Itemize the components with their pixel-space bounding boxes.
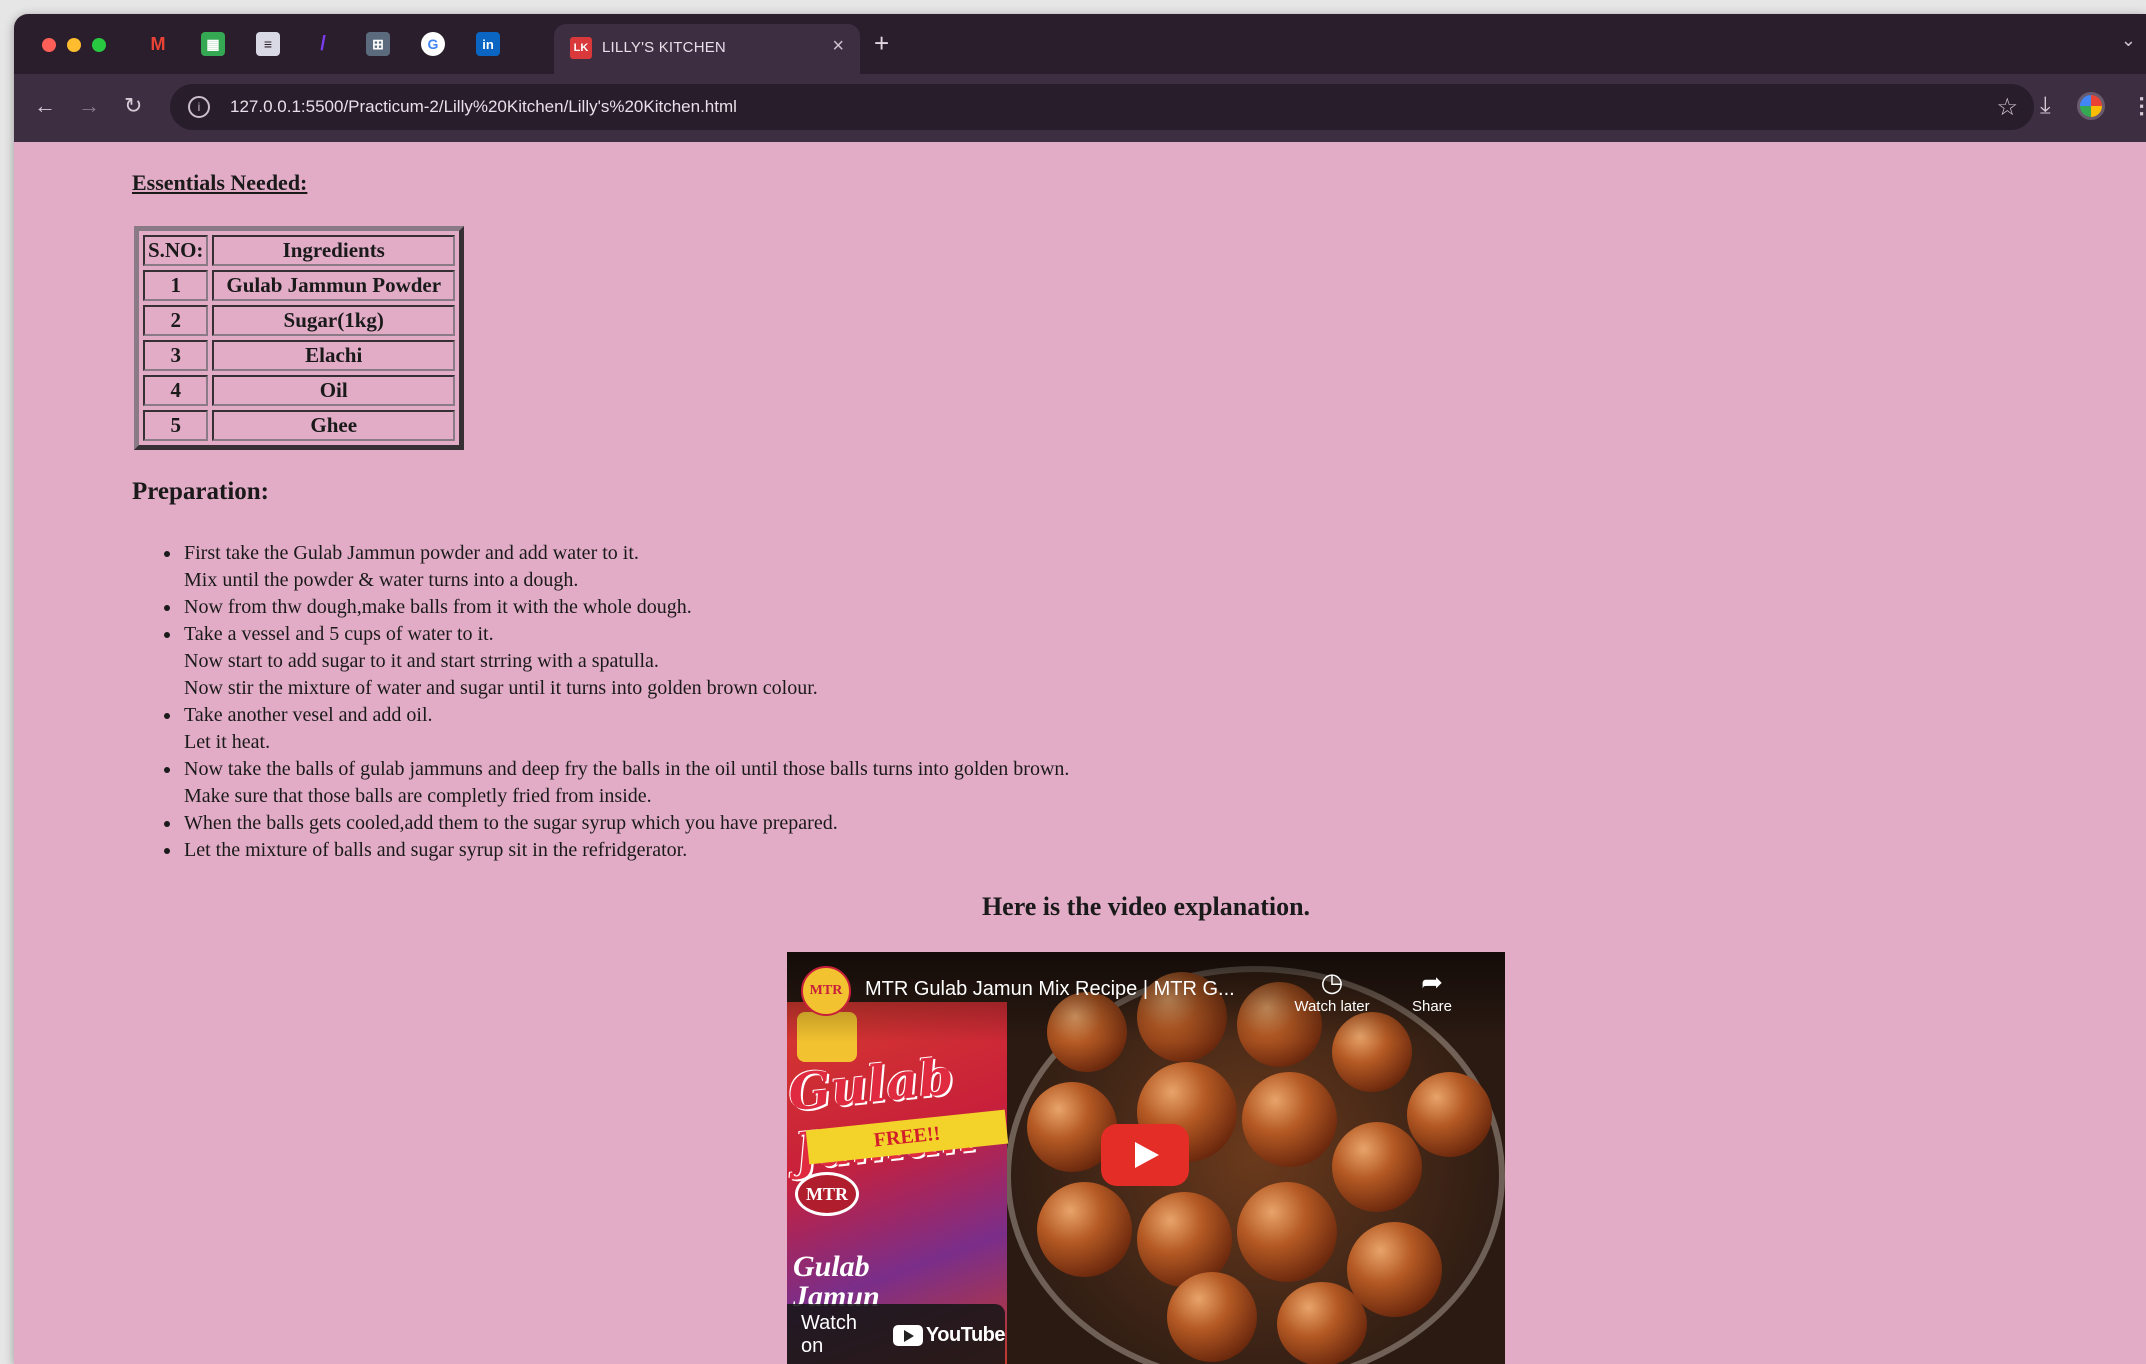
cell-ingredient: Ghee (212, 410, 455, 441)
channel-avatar[interactable]: MTR (801, 966, 851, 1016)
share-button[interactable]: ➦ Share (1387, 966, 1477, 1015)
linkedin-icon[interactable]: in (476, 32, 500, 56)
yahoo-icon[interactable]: / (311, 32, 335, 56)
url-text[interactable]: 127.0.0.1:5500/Practicum-2/Lilly%20Kitch… (230, 97, 737, 117)
preparation-steps: First take the Gulab Jammun powder and a… (182, 540, 1069, 864)
table-row: 5 Ghee (143, 410, 455, 441)
youtube-logo-icon: YouTube (892, 1323, 1006, 1347)
table-row: 1 Gulab Jammun Powder (143, 270, 455, 301)
cell-ingredient: Oil (212, 375, 455, 406)
table-row: 2 Sugar(1kg) (143, 305, 455, 336)
cell-sno: 1 (143, 270, 209, 301)
maximize-window-button[interactable] (92, 38, 106, 52)
video-heading: Here is the video explanation. (981, 892, 1311, 921)
share-arrow-icon: ➦ (1421, 967, 1443, 997)
list-item: Now from thw dough,make balls from it wi… (182, 594, 1069, 621)
thumbnail-ball-image (1277, 1282, 1367, 1364)
play-button[interactable] (1101, 1124, 1189, 1186)
cell-sno: 2 (143, 305, 209, 336)
thumbnail-ball-image (1407, 1072, 1492, 1157)
essentials-heading: Essentials Needed: (132, 170, 308, 195)
forward-icon[interactable]: → (78, 93, 100, 119)
more-menu-icon[interactable]: ⋮ (2131, 93, 2146, 119)
table-header-row: S.NO: Ingredients (143, 235, 455, 266)
minimize-window-button[interactable] (67, 38, 81, 52)
google-icon[interactable]: G (421, 32, 445, 56)
page-content: Essentials Needed: S.NO: Ingredients 1 G… (14, 142, 2146, 1364)
pack-brand-text: MTR (795, 1172, 859, 1216)
pinned-tabs: M ▦ ≡ / ⊞ G in (146, 32, 531, 56)
close-tab-icon[interactable]: × (832, 35, 844, 58)
gmail-icon[interactable]: M (146, 32, 170, 56)
video-title-bar: MTR MTR Gulab Jamun Mix Recipe | MTR G..… (787, 952, 1505, 1042)
thumbnail-ball-image (1237, 1182, 1337, 1282)
list-item: Let the mixture of balls and sugar syrup… (182, 837, 1069, 864)
window-controls (42, 38, 106, 52)
cell-ingredient: Elachi (212, 340, 455, 371)
watch-on-youtube-button[interactable]: Watch on YouTube (787, 1304, 1006, 1364)
youtube-play-icon (892, 1324, 923, 1346)
cell-sno: 5 (143, 410, 209, 441)
bookmark-star-icon[interactable]: ☆ (1996, 93, 2018, 122)
youtube-wordmark: YouTube (925, 1323, 1006, 1346)
share-label: Share (1411, 998, 1453, 1015)
watch-on-label: Watch on (801, 1312, 857, 1357)
thumbnail-ball-image (1332, 1122, 1422, 1212)
tab-search-icon[interactable]: ⌄ (2121, 30, 2136, 51)
back-icon[interactable]: ← (34, 93, 56, 119)
preparation-heading: Preparation: (132, 478, 270, 505)
new-tab-button[interactable]: + (874, 28, 889, 59)
pack-sub-text: Gulab Jamun (793, 1250, 880, 1313)
tab-title: LILLY'S KITCHEN (602, 39, 726, 56)
table-row: 4 Oil (143, 375, 455, 406)
watch-later-button[interactable]: ◷ Watch later (1287, 966, 1377, 1015)
tab-strip: M ▦ ≡ / ⊞ G in LK LILLY'S KITCHEN × + ⌄ (14, 14, 2146, 74)
watch-later-label: Watch later (1294, 998, 1370, 1015)
list-item: Now take the balls of gulab jammuns and … (182, 756, 1069, 810)
profile-avatar[interactable] (2076, 92, 2105, 120)
clock-icon: ◷ (1320, 967, 1344, 997)
list-item: When the balls gets cooled,add them to t… (182, 810, 1069, 837)
site-info-icon[interactable]: i (188, 96, 210, 118)
thumbnail-ball-image (1037, 1182, 1132, 1277)
cell-ingredient: Gulab Jammun Powder (212, 270, 455, 301)
video-title-link[interactable]: MTR Gulab Jamun Mix Recipe | MTR G... (865, 978, 1235, 1001)
ingredients-table: S.NO: Ingredients 1 Gulab Jammun Powder … (134, 226, 464, 450)
download-icon[interactable]: ⤓ (2040, 92, 2051, 120)
address-bar[interactable]: i 127.0.0.1:5500/Practicum-2/Lilly%20Kit… (170, 84, 2034, 130)
column-header-sno: S.NO: (143, 235, 209, 266)
cell-sno: 3 (143, 340, 209, 371)
cell-sno: 4 (143, 375, 209, 406)
cell-ingredient: Sugar(1kg) (212, 305, 455, 336)
thumbnail-ball-image (1242, 1072, 1337, 1167)
toolbar-actions: ⤓ ⋮ (2040, 92, 2146, 120)
reload-icon[interactable]: ↻ (124, 93, 142, 119)
table-row: 3 Elachi (143, 340, 455, 371)
thumbnail-ball-image (1167, 1272, 1257, 1362)
browser-window: M ▦ ≡ / ⊞ G in LK LILLY'S KITCHEN × + ⌄ … (14, 14, 2146, 1364)
app-icon[interactable]: ⊞ (366, 32, 390, 56)
docs-icon[interactable]: ≡ (256, 32, 280, 56)
close-window-button[interactable] (42, 38, 56, 52)
list-item: Take another vesel and add oil. Let it h… (182, 702, 1069, 756)
tab-lillys-kitchen[interactable]: LK LILLY'S KITCHEN × (554, 24, 860, 74)
list-item: Take a vessel and 5 cups of water to it.… (182, 621, 1069, 702)
browser-toolbar: ← → ↻ i 127.0.0.1:5500/Practicum-2/Lilly… (14, 74, 2146, 142)
youtube-embed[interactable]: Gulab Jamun FREE!! MTR Gulab Jamun MTR M… (787, 952, 1505, 1364)
tab-favicon-icon: LK (570, 37, 592, 59)
sheets-icon[interactable]: ▦ (201, 32, 225, 56)
list-item: First take the Gulab Jammun powder and a… (182, 540, 1069, 594)
column-header-ingredients: Ingredients (212, 235, 455, 266)
